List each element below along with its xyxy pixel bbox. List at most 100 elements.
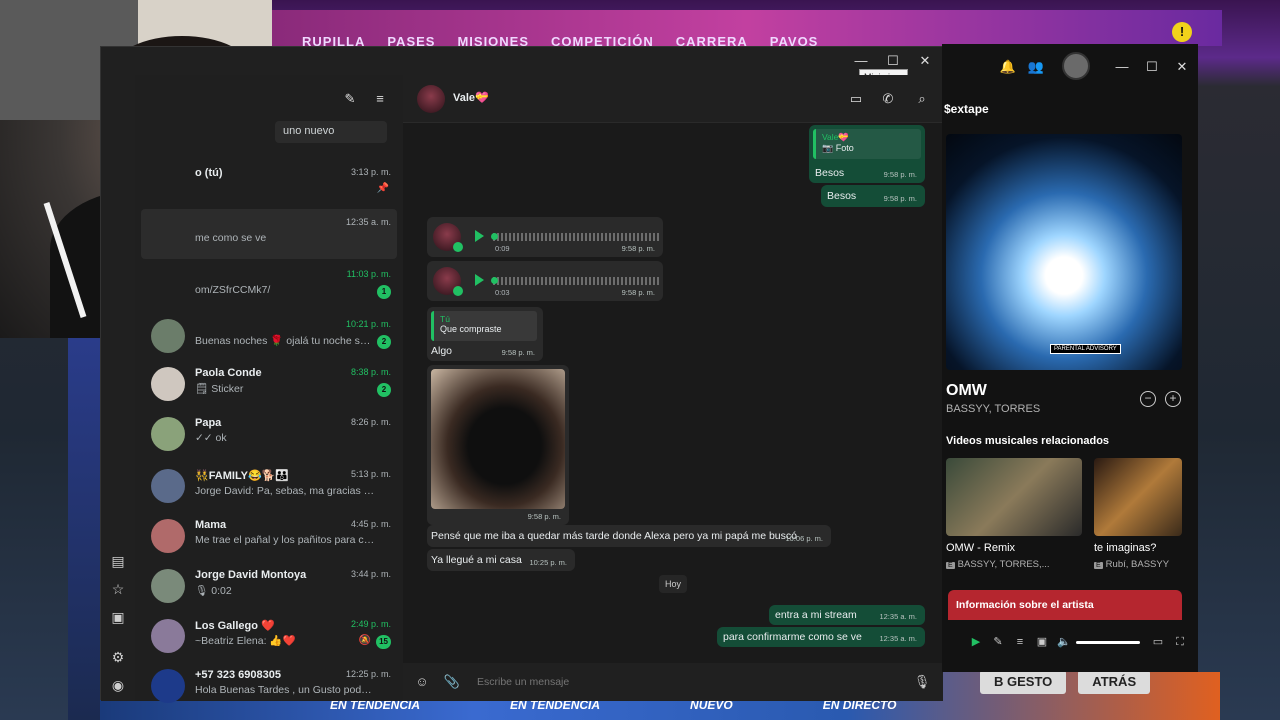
starred-icon[interactable]: ☆ — [108, 579, 128, 599]
quoted-message: Vale💝 📷 Foto — [813, 129, 921, 159]
explicit-label: PARENTAL ADVISORY — [1050, 344, 1121, 354]
dog-photo[interactable] — [431, 369, 565, 509]
message-time: 9:58 p. m. — [527, 512, 561, 521]
chat-item[interactable]: me como se ve 12:35 a. m. — [141, 209, 397, 259]
minimize-icon[interactable]: — — [1112, 58, 1132, 76]
search-input[interactable]: uno nuevo — [275, 121, 387, 143]
chat-name: Jorge David Montoya — [195, 569, 307, 581]
volume-slider[interactable] — [1076, 641, 1140, 644]
chat-item[interactable]: o (tú) 3:13 p. m. 📌 — [141, 159, 397, 209]
back-key[interactable]: ATRÁS — [1078, 670, 1151, 694]
miniplayer-icon[interactable]: ▭ — [1150, 634, 1166, 650]
emoji-icon[interactable]: ☺ — [413, 673, 431, 691]
waveform-handle[interactable] — [491, 233, 498, 240]
remove-icon[interactable]: − — [1140, 391, 1156, 407]
chat-item[interactable]: +57 323 6908305 Hola Buenas Tardes , un … — [141, 661, 397, 711]
maximize-icon[interactable]: ☐ — [1142, 58, 1162, 76]
message-time: 12:35 a. m. — [879, 634, 917, 643]
avatar — [151, 619, 185, 653]
archive-icon[interactable]: ▣ — [108, 607, 128, 627]
filter-icon[interactable]: ≡ — [371, 91, 389, 109]
avatar — [151, 669, 185, 703]
message-bubble-out[interactable]: Vale💝 📷 Foto Besos 9:58 p. m. — [809, 125, 925, 183]
waveform[interactable] — [493, 233, 661, 241]
devices-icon[interactable]: ▣ — [1034, 634, 1050, 650]
gesture-label: GESTO — [1007, 674, 1053, 689]
message-input[interactable] — [477, 673, 897, 691]
message-bubble-in[interactable]: Ya llegué a mi casa 10:25 p. m. — [427, 549, 575, 571]
profile-avatar[interactable]: ◉ — [108, 675, 128, 695]
queue-icon[interactable]: ≡ — [1012, 634, 1028, 650]
chat-name: 👯FAMILY😂🐕👪 — [195, 470, 290, 482]
voice-duration: 0:09 — [495, 244, 510, 253]
chat-preview: 🗒 Sticker — [195, 383, 244, 395]
chat-name: Los Gallego ❤️ — [195, 620, 275, 632]
chat-preview: Me trae el pañal y los pañitos para cam.… — [195, 534, 375, 546]
chat-name: +57 323 6908305 — [195, 669, 281, 681]
attach-icon[interactable]: 📎 — [443, 673, 461, 691]
voice-message[interactable]: 0:03 9:58 p. m. — [427, 261, 663, 301]
new-chat-icon[interactable]: ✎ — [341, 91, 359, 109]
playlist-title[interactable]: $extape — [944, 102, 989, 116]
chat-item[interactable]: Papa ✓✓ ok 8:26 p. m. — [141, 409, 397, 459]
chat-preview: me como se ve — [195, 232, 267, 244]
maximize-icon[interactable]: ☐ — [879, 51, 907, 71]
microphone-icon[interactable]: 🎙 — [913, 673, 931, 691]
video-title[interactable]: te imaginas? — [1094, 542, 1156, 554]
status-icon[interactable]: ▤ — [108, 551, 128, 571]
chat-item[interactable]: Buenas noches 🌹 ojalá tu noche sea t... … — [141, 311, 397, 361]
mic-icon[interactable]: ✎ — [990, 634, 1006, 650]
message-bubble-out[interactable]: entra a mi stream 12:35 a. m. — [769, 605, 925, 625]
friends-icon[interactable]: 👥 — [1026, 58, 1046, 76]
gesture-key[interactable]: B GESTO — [980, 670, 1067, 694]
chat-item[interactable]: om/ZSfrCCMk7/ 11:03 p. m. 1 — [141, 261, 397, 311]
bell-icon[interactable]: 🔔 — [998, 58, 1018, 76]
volume-icon[interactable]: 🔈 — [1056, 634, 1072, 650]
chat-item[interactable]: Los Gallego ❤️ ~Beatriz Elena: 👍❤️ 2:49 … — [141, 611, 397, 661]
chat-item[interactable]: 👯FAMILY😂🐕👪 Jorge David: Pa, sebas, ma gr… — [141, 461, 397, 511]
video-thumbnail[interactable] — [946, 458, 1082, 536]
quote-author: Tú — [440, 314, 450, 324]
fullscreen-icon[interactable]: ⛶ — [1172, 634, 1188, 650]
message-bubble-out[interactable]: Besos 9:58 p. m. — [821, 185, 925, 207]
voice-message[interactable]: 0:09 9:58 p. m. — [427, 217, 663, 257]
chat-item[interactable]: Jorge David Montoya 🎙 0:02 3:44 p. m. — [141, 561, 397, 611]
voice-call-icon[interactable]: ✆ — [877, 89, 899, 109]
video-thumbnail[interactable] — [1094, 458, 1182, 536]
message-text: Pensé que me iba a quedar más tarde dond… — [431, 530, 797, 542]
image-message[interactable]: 9:58 p. m. — [427, 365, 569, 525]
search-icon[interactable]: ⌕ — [911, 89, 933, 109]
play-icon[interactable] — [475, 230, 484, 242]
play-icon[interactable] — [475, 274, 484, 286]
artist-info-card[interactable]: Información sobre el artista — [948, 590, 1182, 620]
quoted-message: Tú Que compraste — [431, 311, 537, 341]
message-text: para confirmarme como se ve — [723, 631, 862, 643]
song-artists[interactable]: BASSYY, TORRES — [946, 403, 1040, 415]
chat-item[interactable]: Mama Me trae el pañal y los pañitos para… — [141, 511, 397, 561]
user-avatar[interactable] — [1062, 52, 1090, 80]
add-icon[interactable]: + — [1165, 391, 1181, 407]
close-icon[interactable]: ✕ — [1172, 58, 1192, 76]
minimize-icon[interactable]: — — [847, 51, 875, 71]
message-text: Besos — [827, 190, 857, 202]
settings-gear-icon[interactable]: ⚙ — [108, 647, 128, 667]
waveform[interactable] — [493, 277, 661, 285]
message-bubble-out[interactable]: para confirmarme como se ve 12:35 a. m. — [717, 627, 925, 647]
message-bubble-in[interactable]: Pensé que me iba a quedar más tarde dond… — [427, 525, 831, 547]
waveform-handle[interactable] — [491, 277, 498, 284]
song-title[interactable]: OMW — [946, 382, 987, 400]
contact-name[interactable]: Vale💝 — [453, 91, 489, 104]
album-cover[interactable]: PARENTAL ADVISORY — [946, 134, 1182, 370]
video-call-icon[interactable]: ▭ — [845, 89, 867, 109]
chat-list: ✎ ≡ uno nuevo o (tú) 3:13 p. m. 📌 me com… — [135, 75, 403, 703]
video-title[interactable]: OMW - Remix — [946, 542, 1015, 554]
contact-avatar[interactable] — [417, 85, 445, 113]
message-bubble-in[interactable]: Tú Que compraste Algo 9:58 p. m. — [427, 307, 543, 361]
close-icon[interactable]: ✕ — [911, 51, 939, 71]
chat-preview: ✓✓ ok — [195, 432, 227, 444]
chat-item[interactable]: Paola Conde 🗒 Sticker 8:38 p. m. 2 — [141, 359, 397, 409]
game-left-panel — [68, 338, 100, 720]
now-playing-icon[interactable]: ▶ — [968, 634, 984, 650]
unread-badge: 15 — [376, 635, 391, 649]
message-time: 9:58 p. m. — [883, 194, 917, 203]
